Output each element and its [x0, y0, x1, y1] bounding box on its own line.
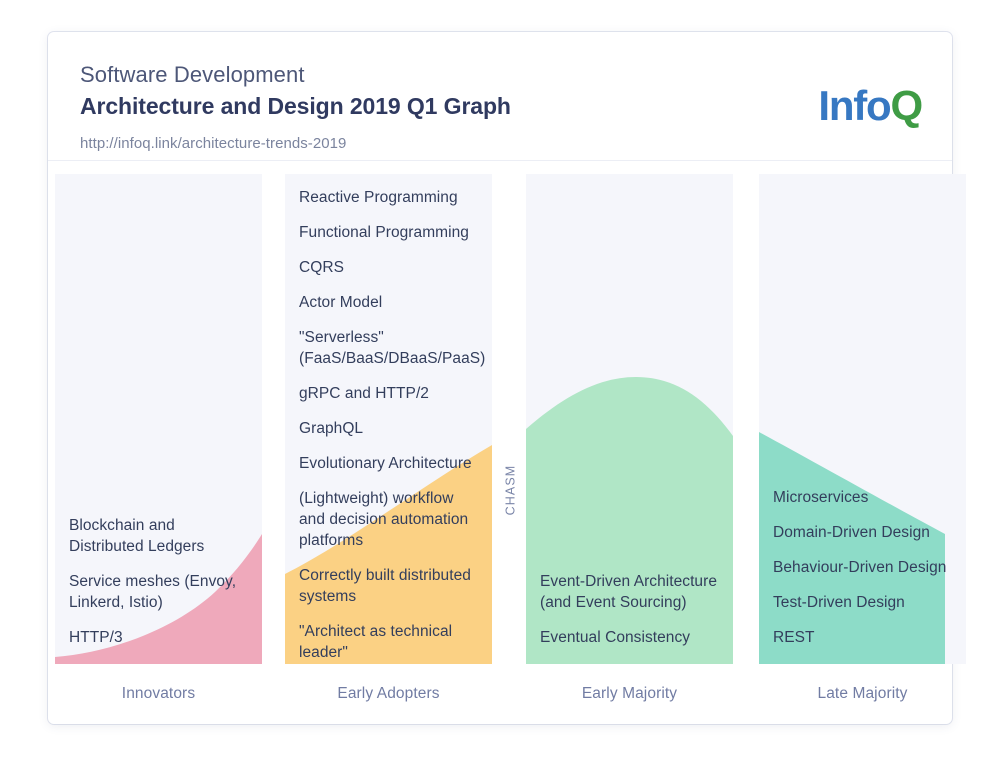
card-header: Software Development Architecture and De… [48, 32, 952, 161]
category-axis-labels: Innovators Early Adopters Early Majority… [48, 677, 952, 724]
graph-card: Software Development Architecture and De… [48, 32, 952, 724]
list-item: Actor Model [299, 292, 478, 313]
early-adopters-item-list: Reactive Programming Functional Programm… [285, 174, 492, 664]
axis-label-innovators: Innovators [55, 685, 262, 703]
title-block: Software Development Architecture and De… [80, 60, 511, 155]
source-url[interactable]: http://infoq.link/architecture-trends-20… [80, 133, 511, 155]
column-late-majority: Microservices Domain-Driven Design Behav… [759, 174, 966, 664]
chasm-label-text: CHASM [503, 465, 517, 516]
list-item: CQRS [299, 257, 478, 278]
list-item: Microservices [773, 487, 952, 508]
late-majority-item-list: Microservices Domain-Driven Design Behav… [759, 174, 966, 664]
list-item: (Lightweight) workflow and decision auto… [299, 488, 478, 551]
column-early-adopters: Reactive Programming Functional Programm… [285, 174, 492, 664]
list-item: "Architect as technical leader" [299, 621, 478, 663]
list-item: Event-Driven Architecture (and Event Sou… [540, 571, 719, 613]
list-item: Correctly built distributed systems [299, 565, 478, 607]
list-item: "Serverless" (FaaS/BaaS/DBaaS/PaaS) [299, 327, 478, 369]
list-item: Reactive Programming [299, 187, 478, 208]
list-item: GraphQL [299, 418, 478, 439]
axis-label-early-majority: Early Majority [526, 685, 733, 703]
list-item: REST [773, 627, 952, 648]
list-item: HTTP/3 [69, 627, 248, 648]
column-innovators: Blockchain and Distributed Ledgers Servi… [55, 174, 262, 664]
axis-label-late-majority: Late Majority [759, 685, 966, 703]
list-item: Evolutionary Architecture [299, 453, 478, 474]
list-item: Eventual Consistency [540, 627, 719, 648]
axis-label-early-adopters: Early Adopters [285, 685, 492, 703]
list-item: Test-Driven Design [773, 592, 952, 613]
list-item: Behaviour-Driven Design [773, 557, 952, 578]
logo-text-q: Q [891, 82, 922, 129]
infoq-logo[interactable]: InfoQ [818, 84, 922, 128]
list-item: Functional Programming [299, 222, 478, 243]
early-majority-item-list: Event-Driven Architecture (and Event Sou… [526, 174, 733, 664]
innovators-item-list: Blockchain and Distributed Ledgers Servi… [55, 174, 262, 664]
page-subtitle: Software Development [80, 60, 511, 90]
list-item: Blockchain and Distributed Ledgers [69, 515, 248, 557]
column-early-majority: Event-Driven Architecture (and Event Sou… [526, 174, 733, 664]
list-item: Domain-Driven Design [773, 522, 952, 543]
logo-text-info: Info [818, 82, 890, 129]
adoption-columns: Blockchain and Distributed Ledgers Servi… [48, 161, 952, 724]
list-item: gRPC and HTTP/2 [299, 383, 478, 404]
chasm-label: CHASM [499, 445, 521, 535]
list-item: Service meshes (Envoy, Linkerd, Istio) [69, 571, 248, 613]
page-title: Architecture and Design 2019 Q1 Graph [80, 91, 511, 122]
adoption-curve-graphic: Software Development Architecture and De… [0, 0, 1000, 758]
